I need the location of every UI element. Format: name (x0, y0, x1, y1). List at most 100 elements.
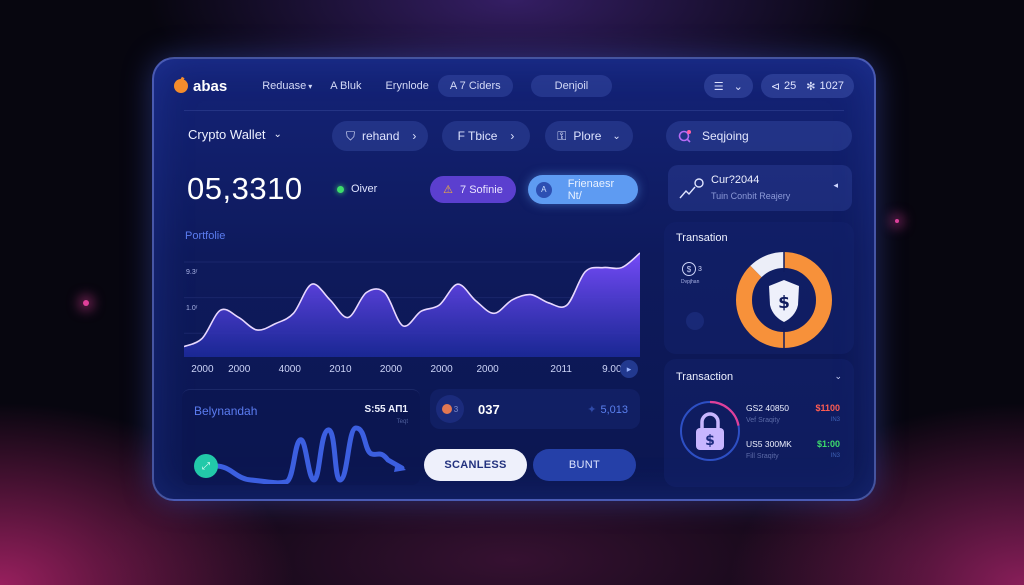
expand-button[interactable]: ⤢ (194, 454, 218, 478)
x-tick-label: 2010 (329, 364, 352, 375)
status-label: Oiver (351, 183, 378, 195)
bunt-button[interactable]: BUNT (533, 449, 636, 481)
stats-pill[interactable]: ⊲ 25 ✻ 1027 (760, 74, 854, 98)
nav-label: Reduase (262, 80, 307, 92)
background-glow-dot (83, 300, 89, 306)
svg-text:$: $ (705, 433, 715, 449)
chip-label: rehand (362, 129, 400, 143)
collapse-arrow-icon[interactable]: ◂ (833, 180, 838, 191)
share-count: 25 (784, 80, 797, 92)
sparkle-icon: ✦ (587, 404, 597, 416)
x-tick-label: 2000 (191, 364, 214, 375)
token-badge-count: 3 (453, 404, 459, 414)
nav-item-ciders[interactable]: A 7 Ciders (437, 75, 513, 97)
expand-icon: ⤢ (202, 460, 210, 472)
avatar-icon: A (536, 181, 552, 198)
gear-icon: ✻ (806, 80, 816, 93)
x-tick-label: 9.00 (602, 364, 622, 375)
activity-name: Belynandah (194, 404, 258, 418)
chart-next-button[interactable]: ▸ (620, 360, 638, 378)
gear-count: 1027 (819, 80, 844, 92)
alerts-button-label: 7 Sofinie (460, 183, 503, 196)
logo-icon (174, 79, 188, 93)
activity-card[interactable]: Belynandah S:55 AΠ1 Teqt ⤢ (182, 389, 420, 485)
header-divider (184, 110, 844, 111)
token-delta-value: 5,013 (600, 403, 628, 416)
transaction-amount-sub: IN3 (830, 453, 840, 459)
security-card-title: Transation (676, 232, 728, 244)
x-tick-label: 2011 (550, 364, 572, 375)
nav-item-reduase[interactable]: Reduase ▾ (253, 75, 321, 97)
brand-logo[interactable]: abas (174, 78, 227, 95)
alerts-button[interactable]: ⚠ 7 Sofinie (430, 176, 516, 203)
current-card-title: Cur?2044 (711, 174, 760, 186)
security-card: Transation $ 3 Dvpjhan $ (664, 222, 854, 354)
token-delta: ✦ 5,013 (587, 403, 628, 417)
friends-button[interactable]: A Frienaesr Nt/ (528, 175, 638, 204)
menu-icon: ☰ (713, 80, 724, 93)
friends-button-label: Frienaesr Nt/ (567, 177, 615, 202)
current-card[interactable]: Cur?2044 Tuin Conbit Reajery ◂ (668, 165, 852, 211)
nav-item-erynlode[interactable]: Erynlode (376, 75, 437, 97)
transaction-item[interactable]: US5 300MK Fill Sraqity $1:00 IN3 (746, 439, 846, 460)
x-tick-label: 4000 (278, 364, 301, 375)
chip-rehand[interactable]: ⛉ rehand › (332, 121, 428, 151)
chevron-down-icon[interactable]: ⌄ (834, 371, 842, 382)
dollar-badge[interactable]: $ 3 (682, 262, 702, 276)
nav-links: Reduase ▾ A Bluk Erynlode A 7 Ciders Denj… (253, 75, 613, 97)
nav-item-bluk[interactable]: A Bluk (321, 75, 370, 97)
scanless-button[interactable]: SCANLESS (424, 449, 527, 481)
dropdown-arrow-icon: ▾ (308, 82, 313, 91)
security-donut-chart: $ (736, 252, 832, 348)
dollar-badge-label: Dvpjhan (681, 279, 700, 285)
transaction-amount-sub: IN3 (830, 417, 840, 423)
background-glow-dot (895, 219, 899, 223)
token-row[interactable]: 3 037 ✦ 5,013 (430, 389, 640, 429)
chip-plore[interactable]: ⚿ Plore ⌄ (545, 121, 633, 151)
chip-label: Plore (573, 129, 602, 143)
nav-primary-button[interactable]: Denjoil (530, 75, 613, 97)
wallet-select[interactable]: Crypto Wallet ⌄ (188, 127, 282, 142)
lock-icon: ⚿ (557, 128, 567, 143)
search-input[interactable]: Seqjoing (666, 121, 852, 151)
chevron-right-icon: › (412, 129, 417, 143)
status-dot (337, 185, 344, 193)
token-badge: 3 (436, 395, 464, 423)
transaction-amount: $1:00 (816, 439, 840, 449)
share-icon: ⊲ (770, 80, 781, 93)
chevron-right-icon: › (510, 129, 515, 143)
chevron-down-icon: ⌄ (733, 80, 743, 93)
menu-toggle[interactable]: ☰ ⌄ (703, 74, 753, 98)
placeholder-dot (686, 312, 704, 330)
dashboard-panel: abas Reduase ▾ A Bluk Erynlode A 7 Ciders… (152, 57, 876, 501)
x-tick-label: 2000 (476, 364, 499, 375)
chart-title: Portfolie (185, 230, 226, 242)
x-tick-label: 2000 (228, 364, 251, 375)
top-right-controls: ☰ ⌄ ⊲ 25 ✻ 1027 (703, 74, 854, 98)
x-tick-label: 2000 (430, 364, 453, 375)
donut-center-dollar: $ (778, 293, 790, 313)
chip-tbice[interactable]: F Tbice › (442, 121, 530, 151)
current-card-subtitle: Tuin Conbit Reajery (711, 191, 791, 201)
chevron-down-icon: ⌄ (273, 129, 282, 140)
dollar-icon: $ (682, 262, 696, 276)
balance-value: 05,3310 (187, 171, 303, 206)
transaction-amount: $1100 (815, 403, 840, 413)
x-tick-label: 2000 (379, 364, 403, 375)
dollar-badge-count: 3 (698, 265, 702, 273)
transactions-card: Transaction ⌄ $ GS2 40850 Vef Sraqity $1… (664, 359, 854, 487)
top-nav: abas Reduase ▾ A Bluk Erynlode A 7 Ciders… (174, 73, 854, 99)
brand-name: abas (193, 77, 228, 95)
shield-icon: ⛉ (346, 128, 356, 143)
wallet-select-label: Crypto Wallet (188, 127, 266, 142)
transaction-item[interactable]: GS2 40850 Vef Sraqity $1100 IN3 (746, 403, 846, 424)
portfolio-area-chart (184, 252, 640, 357)
trend-pin-icon (679, 178, 704, 199)
transactions-title: Transaction (676, 371, 734, 383)
chevron-down-icon: ⌄ (612, 130, 621, 142)
status-indicator: Oiver (337, 183, 377, 195)
coin-icon (441, 404, 452, 414)
chip-label: F Tbice (457, 129, 498, 143)
x-axis-labels: 2000 2000 4000 2010 2000 2000 2000 2011 9.00 (184, 364, 644, 378)
lock-shackle (700, 412, 720, 429)
